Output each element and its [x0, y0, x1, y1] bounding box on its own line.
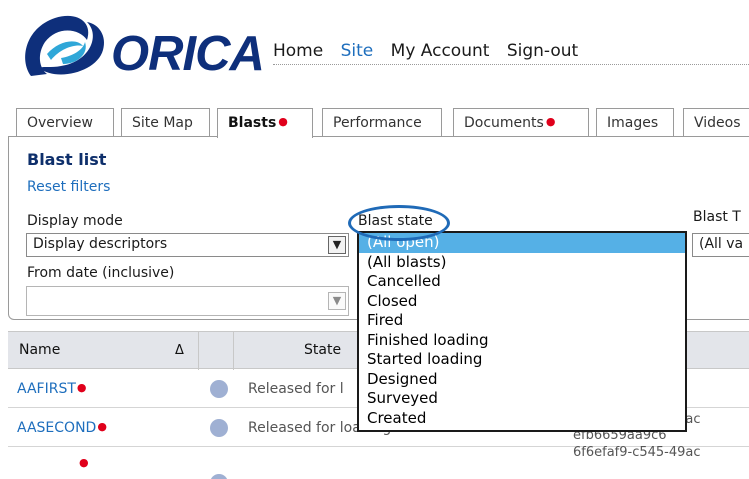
tab-blasts-label: Blasts — [228, 115, 277, 131]
highlight-annotation — [348, 205, 450, 241]
display-mode-select[interactable]: Display descriptors ▼ — [26, 233, 349, 257]
blast-state-option-all-blasts[interactable]: (All blasts) — [359, 253, 685, 273]
blast-state-option-cancelled[interactable]: Cancelled — [359, 272, 685, 292]
tab-documents[interactable]: Documents ● — [453, 108, 589, 136]
blast-name-link[interactable]: ● — [78, 456, 89, 472]
alert-dot: ● — [76, 381, 87, 394]
nav-home-link[interactable]: Home — [273, 41, 323, 61]
blast-state-option-finished-loading[interactable]: Finished loading — [359, 331, 685, 351]
status-circle-icon — [210, 380, 228, 398]
alert-dot: ● — [79, 456, 89, 469]
orica-wordmark: ORICA — [111, 27, 265, 81]
blast-name-text: AASECOND — [17, 420, 97, 436]
reset-filters-link[interactable]: Reset filters — [27, 179, 110, 195]
guid-line-1: 6f6efaf9-c545-49ac — [573, 445, 701, 460]
tab-site-map[interactable]: Site Map — [121, 108, 210, 136]
chevron-down-icon[interactable]: ▼ — [328, 236, 346, 254]
blast-type-value: (All va — [699, 236, 744, 252]
tab-images-label: Images — [607, 115, 659, 131]
tab-overview-label: Overview — [27, 115, 93, 131]
blast-name-link[interactable]: AASECOND● — [17, 420, 107, 436]
nav-divider — [273, 64, 749, 65]
display-mode-value: Display descriptors — [33, 236, 168, 252]
blast-state-text: Released for l — [248, 381, 344, 397]
tab-bar: Overview Site Map Blasts ● Performance Do… — [16, 108, 749, 138]
nav-site-link[interactable]: Site — [341, 41, 374, 61]
blast-state-option-surveyed[interactable]: Surveyed — [359, 389, 685, 409]
top-navigation: Home Site My Account Sign-out — [273, 41, 590, 61]
display-mode-label: Display mode — [27, 213, 123, 229]
tab-overview[interactable]: Overview — [16, 108, 114, 136]
column-separator — [233, 332, 234, 370]
tab-blasts[interactable]: Blasts ● — [217, 108, 313, 138]
column-separator — [198, 332, 199, 370]
tab-performance-label: Performance — [333, 115, 422, 131]
blast-state-option-fired[interactable]: Fired — [359, 311, 685, 331]
chevron-down-icon[interactable]: ▼ — [328, 292, 346, 310]
blast-guid: 6f6efaf9-c545-49ac — [573, 445, 701, 461]
panel-title: Blast list — [27, 150, 107, 169]
nav-sign-out-link[interactable]: Sign-out — [507, 41, 578, 61]
blast-name-link[interactable]: AAFIRST● — [17, 381, 87, 397]
tab-documents-label: Documents — [464, 115, 544, 131]
tab-site-map-label: Site Map — [132, 115, 193, 131]
tab-blasts-alert-dot: ● — [278, 115, 288, 128]
tab-documents-alert-dot: ● — [545, 115, 556, 128]
blast-state-option-started-loading[interactable]: Started loading — [359, 350, 685, 370]
from-date-select[interactable]: ▼ — [26, 286, 349, 316]
blast-type-select[interactable]: (All va — [692, 233, 749, 257]
status-circle-icon — [210, 419, 228, 437]
blast-state-option-designed[interactable]: Designed — [359, 370, 685, 390]
blast-name-text: AAFIRST — [17, 381, 76, 397]
from-date-label: From date (inclusive) — [27, 265, 175, 281]
status-circle-icon — [210, 474, 228, 479]
column-header-name[interactable]: Name — [19, 342, 60, 358]
table-row[interactable]: ● 6f6efaf9-c545-49ac — [8, 445, 749, 479]
orica-logo[interactable]: ORICA — [17, 10, 265, 82]
column-header-state[interactable]: State — [304, 342, 341, 358]
tab-videos[interactable]: Videos — [683, 108, 749, 136]
tab-videos-label: Videos — [694, 115, 741, 131]
blast-type-label: Blast T — [693, 209, 741, 225]
blast-state-option-closed[interactable]: Closed — [359, 292, 685, 312]
tab-images[interactable]: Images — [596, 108, 674, 136]
tab-performance[interactable]: Performance — [322, 108, 442, 136]
blast-state-dropdown-list[interactable]: (All open) (All blasts) Cancelled Closed… — [357, 231, 687, 432]
blast-state-option-created[interactable]: Created — [359, 409, 685, 429]
orica-logo-icon — [25, 15, 105, 76]
nav-my-account-link[interactable]: My Account — [391, 41, 490, 61]
alert-dot: ● — [97, 420, 107, 433]
sort-ascending-icon[interactable]: Δ — [175, 343, 184, 358]
